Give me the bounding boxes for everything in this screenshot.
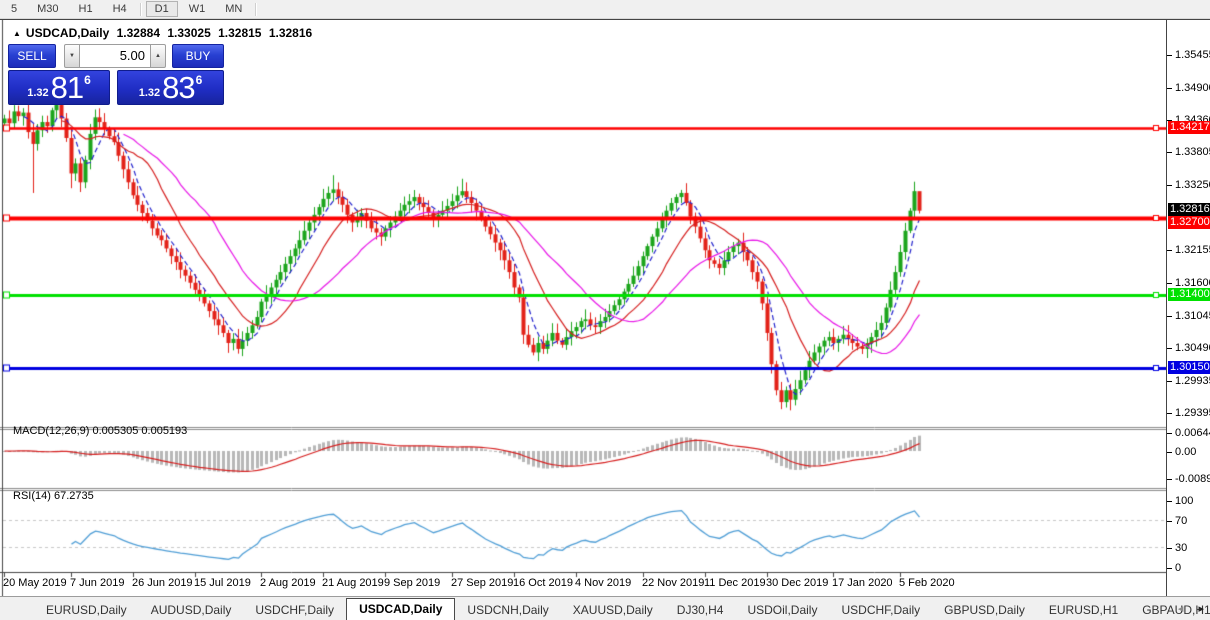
level-price-label: 1.31400: [1168, 288, 1210, 301]
rsi-axis-tick: 30: [1167, 541, 1187, 555]
rsi-indicator-label: RSI(14) 67.2735: [13, 490, 94, 502]
trading-platform-window: 5M30H1H4 D1W1MN ▲ USDCAD,Daily 1.32884 1.3…: [0, 0, 1210, 620]
spin-down-icon: ▼: [69, 53, 75, 59]
tab-scroll-arrows: ◂ ▸: [1166, 602, 1204, 615]
chart-tab-GBPUSD-Daily[interactable]: GBPUSD,Daily: [932, 600, 1037, 620]
date-label: 7 Jun 2019: [70, 577, 124, 589]
sell-price-big: 81: [51, 72, 83, 103]
chart-tab-XAUUSD-Daily[interactable]: XAUUSD,Daily: [561, 600, 665, 620]
buy-price-button[interactable]: 1.32 83 6: [117, 70, 224, 105]
price-axis-tick: 1.35455: [1167, 48, 1210, 62]
sell-price-pip: 6: [84, 73, 91, 87]
date-label: 11 Dec 2019: [704, 577, 766, 589]
collapse-arrow-icon[interactable]: ▲: [13, 29, 21, 38]
date-label: 22 Nov 2019: [642, 577, 704, 589]
tab-scroll-right-icon[interactable]: ▸: [1198, 603, 1204, 615]
buy-price-pip: 6: [196, 73, 203, 87]
date-label: 17 Jan 2020: [832, 577, 893, 589]
volume-increase-button[interactable]: ▲: [150, 44, 166, 68]
price-axis-tick: 1.30490: [1167, 341, 1210, 355]
chart-title: ▲ USDCAD,Daily 1.32884 1.33025 1.32815 1.…: [13, 26, 316, 40]
price-axis-tick: 1.33250: [1167, 178, 1210, 192]
timeframe-button-H1[interactable]: H1: [70, 1, 102, 17]
chart-tab-EURUSD-H1[interactable]: EURUSD,H1: [1037, 600, 1130, 620]
date-label: 26 Jun 2019: [132, 577, 193, 589]
rsi-axis-tick: 70: [1167, 514, 1187, 528]
date-label: 16 Oct 2019: [513, 577, 573, 589]
tab-scroll-left-icon[interactable]: ◂: [1178, 603, 1184, 615]
ohlc-high: 1.33025: [167, 26, 210, 40]
macd-indicator-label: MACD(12,26,9) 0.005305 0.005193: [13, 425, 187, 437]
price-axis-tick: 1.29395: [1167, 406, 1210, 420]
chart-tab-DJ30-H4[interactable]: DJ30,H4: [665, 600, 736, 620]
current-price-label: 1.32816: [1168, 203, 1210, 216]
timeframe-button-MN[interactable]: MN: [216, 1, 251, 17]
timeframe-button-D1[interactable]: D1: [146, 1, 178, 17]
level-price-label: 1.30150: [1168, 361, 1210, 374]
price-axis[interactable]: 1.354551.349001.343601.338051.332501.321…: [1166, 20, 1210, 596]
ohlc-low: 1.32815: [218, 26, 261, 40]
macd-axis-tick: 0.006448: [1167, 426, 1210, 440]
date-label: 9 Sep 2019: [384, 577, 440, 589]
chart-tab-USDCAD-Daily[interactable]: USDCAD,Daily: [346, 598, 455, 620]
chart-tab-AUDUSD-Daily[interactable]: AUDUSD,Daily: [139, 600, 244, 620]
rsi-axis-tick: 100: [1167, 494, 1193, 508]
chart-symbol-label: USDCAD,Daily: [26, 26, 109, 40]
price-axis-tick: 1.34900: [1167, 81, 1210, 95]
price-axis-tick: 1.33805: [1167, 145, 1210, 159]
timeframe-button-5[interactable]: 5: [2, 1, 26, 17]
date-label: 2 Aug 2019: [260, 577, 316, 589]
price-chart-canvas[interactable]: [0, 20, 1166, 596]
sell-price-button[interactable]: 1.32 81 6: [8, 70, 110, 105]
chart-tab-USDCHF-Daily[interactable]: USDCHF,Daily: [243, 600, 346, 620]
price-axis-tick: 1.32155: [1167, 243, 1210, 257]
ohlc-open: 1.32884: [117, 26, 160, 40]
price-axis-tick: 1.29935: [1167, 374, 1210, 388]
date-label: 20 May 2019: [3, 577, 67, 589]
level-price-label: 1.32700: [1168, 216, 1210, 229]
buy-button[interactable]: BUY: [172, 44, 224, 68]
macd-axis-tick: -0.008982: [1167, 472, 1210, 486]
toolbar-separator: [255, 3, 257, 16]
timeframe-button-H4[interactable]: H4: [104, 1, 136, 17]
buy-price-big: 83: [162, 72, 194, 103]
timeframe-button-M30[interactable]: M30: [28, 1, 67, 17]
rsi-axis-tick: 0: [1167, 561, 1181, 575]
chart-tab-EURUSD-Daily[interactable]: EURUSD,Daily: [34, 600, 139, 620]
timeframe-button-W1[interactable]: W1: [180, 1, 215, 17]
level-price-label: 1.34217: [1168, 121, 1210, 134]
chart-tab-USDCNH-Daily[interactable]: USDCNH,Daily: [455, 600, 560, 620]
macd-axis-tick: 0.00: [1167, 445, 1196, 459]
volume-input[interactable]: 5.00: [80, 44, 150, 68]
date-label: 4 Nov 2019: [575, 577, 631, 589]
date-label: 30 Dec 2019: [766, 577, 828, 589]
chart-tab-bar: EURUSD,DailyAUDUSD,DailyUSDCHF,DailyUSDC…: [0, 596, 1210, 620]
sell-price-small: 1.32: [27, 87, 48, 99]
date-label: 15 Jul 2019: [194, 577, 251, 589]
price-axis-tick: 1.31045: [1167, 309, 1210, 323]
date-label: 27 Sep 2019: [451, 577, 513, 589]
volume-decrease-button[interactable]: ▼: [64, 44, 80, 68]
chart-tab-USDOil-Daily[interactable]: USDOil,Daily: [735, 600, 829, 620]
sell-button[interactable]: SELL: [8, 44, 56, 68]
timeframe-toolbar: 5M30H1H4 D1W1MN: [0, 0, 1210, 19]
date-label: 5 Feb 2020: [899, 577, 955, 589]
ohlc-close: 1.32816: [269, 26, 312, 40]
one-click-trade-widget: SELL ▼ 5.00 ▲ BUY 1.32 81 6 1.32 83 6: [8, 44, 224, 105]
date-label: 21 Aug 2019: [322, 577, 384, 589]
chart-tab-USDCHF-Daily[interactable]: USDCHF,Daily: [829, 600, 932, 620]
buy-price-small: 1.32: [139, 87, 160, 99]
toolbar-separator: [140, 3, 142, 16]
spin-up-icon: ▲: [155, 53, 161, 59]
